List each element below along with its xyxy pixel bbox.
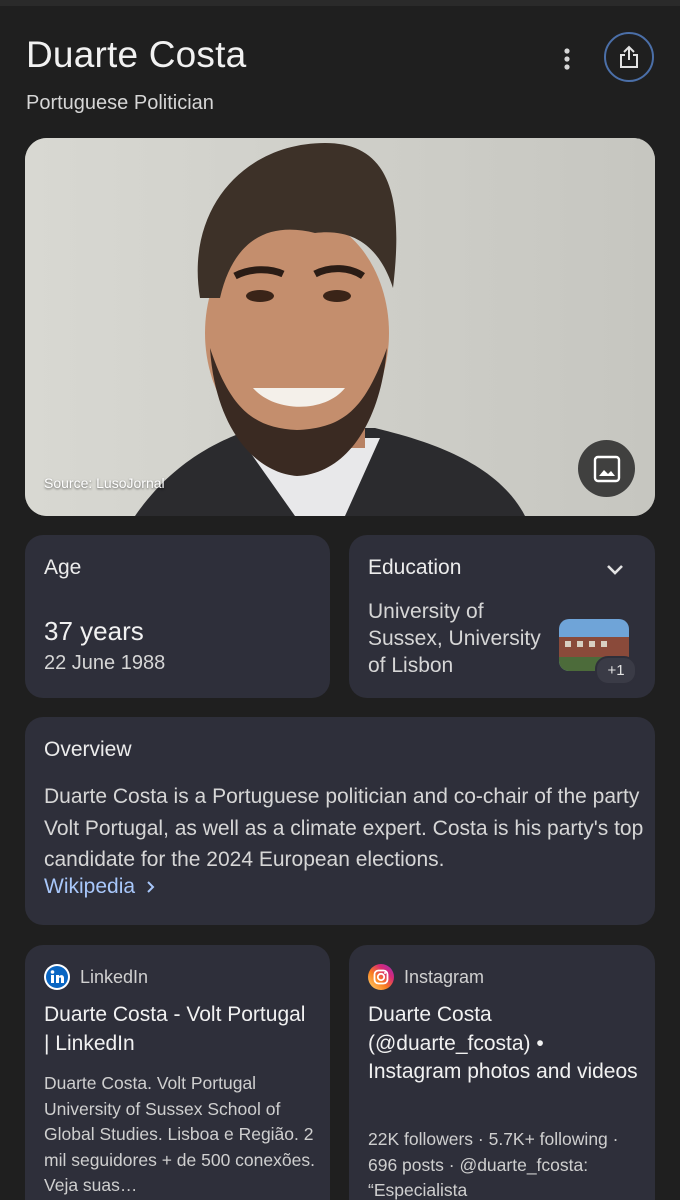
age-label: Age bbox=[44, 556, 82, 579]
birth-date: 22 June 1988 bbox=[44, 652, 166, 674]
result-title[interactable]: Duarte Costa (@duarte_fcosta) • Instagra… bbox=[368, 1001, 638, 1087]
search-result-instagram[interactable]: Instagram Duarte Costa (@duarte_fcosta) … bbox=[349, 945, 655, 1200]
share-button[interactable] bbox=[604, 32, 654, 82]
search-result-linkedin[interactable]: LinkedIn Duarte Costa - Volt Portugal | … bbox=[25, 945, 330, 1200]
result-snippet: 22K followers · 5.7K+ following · 696 po… bbox=[368, 1129, 619, 1200]
profile-photo[interactable]: Source: LusoJornal bbox=[25, 138, 655, 516]
share-icon bbox=[620, 45, 638, 68]
linkedin-icon bbox=[44, 964, 70, 990]
more-options-button[interactable] bbox=[552, 44, 582, 74]
more-count-badge: +1 bbox=[595, 656, 637, 685]
result-source: Instagram bbox=[368, 964, 484, 990]
page-title: Duarte Costa bbox=[26, 34, 247, 75]
overview-text: Duarte Costa is a Portuguese politician … bbox=[44, 785, 644, 871]
wikipedia-link[interactable]: Wikipedia bbox=[44, 875, 159, 899]
chevron-down-icon[interactable] bbox=[601, 556, 629, 584]
status-strip bbox=[0, 0, 680, 6]
result-snippet: Duarte Costa. Volt Portugal University o… bbox=[44, 1073, 315, 1195]
result-source-name: Instagram bbox=[404, 966, 485, 987]
result-title[interactable]: Duarte Costa - Volt Portugal | LinkedIn bbox=[44, 1001, 314, 1058]
overview-label: Overview bbox=[44, 738, 132, 761]
education-label: Education bbox=[368, 556, 462, 579]
page-subtitle: Portuguese Politician bbox=[26, 92, 214, 114]
education-text: University of Sussex, University of Lisb… bbox=[368, 600, 541, 677]
more-vert-icon bbox=[564, 48, 570, 70]
portrait-image bbox=[25, 138, 655, 516]
overview-card: Overview Duarte Costa is a Portuguese po… bbox=[25, 717, 655, 925]
photo-source: Source: LusoJornal bbox=[44, 475, 165, 491]
image-icon bbox=[593, 455, 620, 482]
age-value: 37 years bbox=[44, 616, 144, 646]
result-source: LinkedIn bbox=[44, 964, 148, 990]
education-card[interactable]: Education University of Sussex, Universi… bbox=[349, 535, 655, 698]
knowledge-panel: Duarte Costa Portuguese Politician Sourc… bbox=[0, 0, 680, 1200]
wikipedia-link-label: Wikipedia bbox=[44, 875, 136, 898]
image-gallery-button[interactable] bbox=[578, 440, 635, 497]
age-card[interactable]: Age 37 years 22 June 1988 bbox=[25, 535, 330, 698]
chevron-right-icon bbox=[147, 881, 155, 893]
instagram-icon bbox=[368, 964, 394, 990]
result-source-name: LinkedIn bbox=[80, 966, 149, 987]
